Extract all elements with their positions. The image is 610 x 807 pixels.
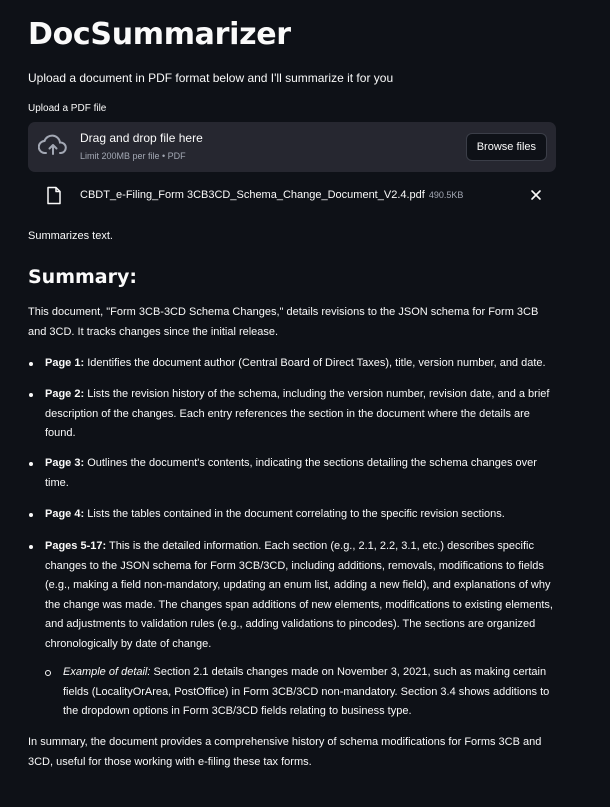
bullet-label: Page 1: (45, 357, 85, 369)
sub-bullet-label: Example of detail: (63, 666, 151, 678)
bullet-text: Lists the tables contained in the docume… (84, 508, 505, 520)
bullet-text: This is the detailed information. Each s… (45, 540, 553, 650)
bullet-label: Page 4: (45, 508, 85, 520)
bullet-text: Lists the revision history of the schema… (45, 388, 550, 439)
bullet-label: Page 3: (45, 457, 85, 469)
browse-files-button[interactable]: Browse files (465, 133, 547, 161)
summary-intro: This document, "Form 3CB-3CD Schema Chan… (28, 306, 539, 338)
close-icon[interactable] (530, 188, 542, 200)
bullet-text: Identifies the document author (Central … (84, 357, 546, 369)
cloud-upload-icon (37, 134, 68, 158)
file-size: 490.5KB (428, 190, 464, 200)
bullet-text: Outlines the document's contents, indica… (45, 457, 537, 489)
intro-text: Upload a document in PDF format below an… (28, 71, 394, 85)
upload-label: Upload a PDF file (28, 103, 107, 114)
bullet-label: Page 2: (45, 388, 85, 400)
bullet-dot (29, 513, 33, 517)
sub-bullet-circle (45, 670, 51, 676)
summary-heading: Summary: (28, 266, 137, 288)
bullet-dot (29, 545, 33, 549)
file-icon (46, 186, 62, 205)
file-limit-text: Limit 200MB per file • PDF (80, 151, 186, 161)
file-name: CBDT_e-Filing_Form 3CB3CD_Schema_Change_… (80, 189, 425, 201)
bullet-dot (29, 462, 33, 466)
bullet-dot (29, 362, 33, 366)
drop-instructions: Drag and drop file here (80, 131, 203, 145)
summary-conclusion: In summary, the document provides a comp… (28, 736, 542, 768)
uploaded-file: CBDT_e-Filing_Form 3CB3CD_Schema_Change_… (28, 186, 556, 208)
page-title: DocSummarizer (28, 17, 291, 52)
file-dropzone[interactable]: Drag and drop file here Limit 200MB per … (28, 122, 556, 172)
bullet-label: Pages 5-17: (45, 540, 107, 552)
caption-text: Summarizes text. (28, 230, 113, 242)
bullet-dot (29, 393, 33, 397)
